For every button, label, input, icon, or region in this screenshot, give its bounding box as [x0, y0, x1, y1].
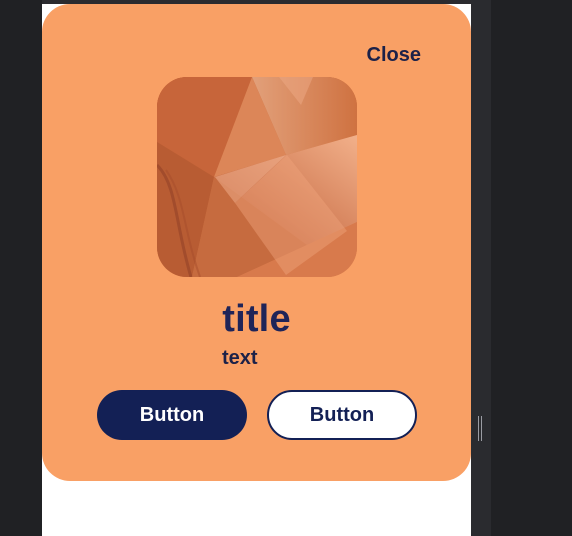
artwork-image: [157, 77, 357, 277]
close-button[interactable]: Close: [367, 44, 421, 67]
modal-title: title: [222, 298, 291, 340]
resize-handle-line-left: [478, 416, 479, 441]
modal-card: Close title text Button Button: [42, 4, 471, 481]
modal-text: text: [222, 347, 258, 369]
resize-handle-line-right: [481, 416, 482, 441]
secondary-button[interactable]: Button: [267, 390, 417, 440]
panel-resize-handle[interactable]: [478, 416, 484, 441]
artwork-illustration: [157, 77, 357, 277]
primary-button[interactable]: Button: [97, 390, 247, 440]
screen: Close title text Button Button: [0, 0, 572, 536]
side-rail: [471, 0, 491, 536]
